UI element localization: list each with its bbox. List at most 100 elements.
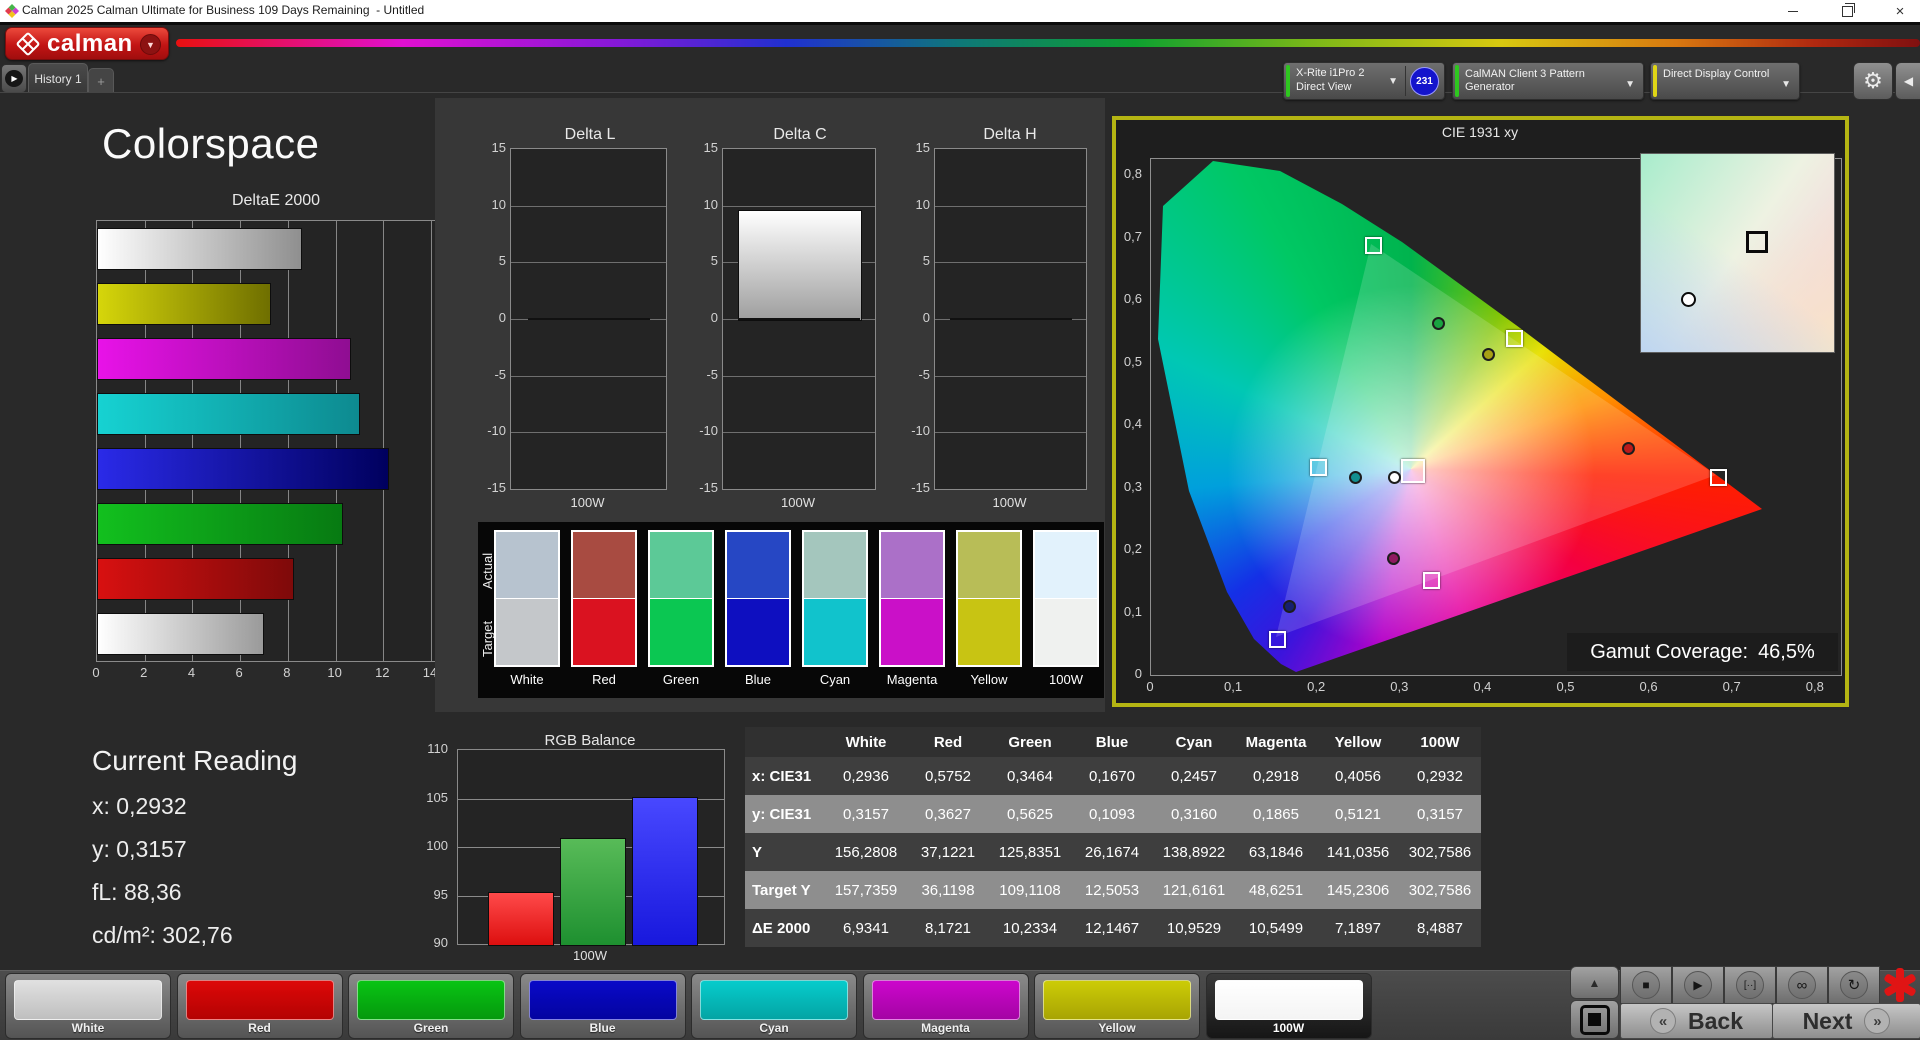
table-header-white: White (845, 733, 887, 751)
pattern-tile-100w[interactable]: 100W (1205, 973, 1372, 1039)
cie-target-yellow (1505, 329, 1523, 347)
table-row-label: x: CIE31 (752, 767, 812, 785)
layout-nav-button[interactable]: ▶ (1, 64, 27, 93)
deltae-gridline (383, 221, 385, 661)
table-row-label: ΔE 2000 (752, 919, 811, 937)
cie-y-tick: 0,5 (1123, 353, 1142, 369)
add-tab-button[interactable]: + (88, 68, 114, 93)
table-cell: 8,1721 (925, 919, 971, 937)
delta-gridline (511, 262, 666, 264)
chevron-down-icon: ▼ (1625, 79, 1635, 90)
deltae-bar-blue (97, 448, 389, 490)
swatch-column-label: Yellow (970, 672, 1008, 687)
delta-l-chart (510, 148, 667, 490)
rgb-y-axis: 110 105 100 95 90 (414, 741, 452, 950)
pattern-tile-yellow[interactable]: Yellow (1034, 973, 1200, 1039)
meter-dropdown[interactable]: X-Rite i1Pro 2 Direct View ▼ 231 (1283, 62, 1445, 100)
table-header-blue: Blue (1095, 733, 1129, 751)
display-control-dropdown[interactable]: Direct Display Control ▼ (1650, 62, 1800, 100)
deltae-tick-label: 10 (327, 665, 342, 680)
cie-x-tick: 0,4 (1473, 679, 1492, 694)
table-cell: 302,7586 (1408, 881, 1472, 899)
deltae-bar-green (97, 503, 344, 545)
deltae-x-axis: 0 2 4 6 8 10 12 14 (92, 665, 476, 683)
table-row: Y 156,2808 37,1221 125,8351 26,1674 138,8922 6… (745, 833, 1481, 871)
back-button[interactable]: « Back (1620, 1003, 1773, 1039)
cie-x-tick: 0,5 (1556, 679, 1575, 694)
cie-x-tick: 0,6 (1639, 679, 1658, 694)
pattern-tile-swatch (528, 980, 677, 1020)
pattern-tile-magenta[interactable]: Magenta (862, 973, 1029, 1039)
next-button[interactable]: Next » (1772, 1003, 1920, 1039)
pattern-tile-swatch (14, 980, 162, 1020)
table-cell: 141,0356 (1326, 843, 1390, 861)
continuous-read-button[interactable]: ∞ (1776, 966, 1828, 1004)
deltae-chart (96, 220, 457, 662)
deltae-gridline (431, 221, 433, 661)
collapse-panel-button[interactable]: ◀ (1895, 62, 1920, 100)
pattern-tile-label: Green (413, 1021, 449, 1035)
cie-y-tick: 0,8 (1123, 166, 1142, 181)
delta-tick-label: -5 (706, 366, 718, 382)
rgb-bar-blue (632, 796, 698, 946)
actual-swatch (494, 530, 560, 598)
deltae-bar-cyan (97, 393, 361, 435)
settings-button[interactable]: ⚙ (1853, 62, 1893, 100)
delta-tick-label: -15 (911, 480, 930, 495)
pattern-options-button[interactable]: [··] (1724, 966, 1776, 1004)
actual-swatch (725, 530, 791, 598)
rgb-tick-label: 100 (426, 838, 448, 853)
actual-swatch (571, 530, 637, 598)
delta-tick-label: 10 (915, 196, 930, 212)
pattern-tile-swatch (871, 980, 1020, 1020)
minimize-button[interactable] (1770, 0, 1816, 22)
delta-tick-label: 5 (922, 253, 930, 269)
meter-status-stripe (1286, 65, 1290, 97)
reading-x: x: 0,2932 (92, 793, 187, 819)
cie-y-tick: 0,4 (1123, 416, 1142, 431)
eject-button[interactable]: ▲ (1570, 966, 1619, 999)
table-cell: 12,5053 (1084, 881, 1140, 899)
pattern-tile-blue[interactable]: Blue (519, 973, 686, 1039)
table-cell: 0,2918 (1253, 767, 1299, 785)
delta-bar (738, 210, 862, 321)
table-cell: 125,8351 (998, 843, 1062, 861)
meter-count-badge[interactable]: 231 (1410, 67, 1439, 96)
chevron-down-icon: ▼ (1388, 76, 1398, 87)
refresh-button[interactable]: ↻ (1828, 966, 1880, 1004)
swatch-column-label: Green (662, 672, 700, 687)
stop-button[interactable]: ■ (1620, 966, 1672, 1004)
logo-menu-caret[interactable]: ▼ (140, 34, 161, 55)
cie-x-tick: 0,1 (1224, 679, 1243, 694)
window-fill-icon (1588, 1013, 1601, 1026)
table-cell: 0,5625 (1007, 805, 1053, 823)
rgb-balance-title: RGB Balance (544, 732, 636, 749)
table-row-label: Y (752, 843, 763, 861)
close-button[interactable]: × (1877, 0, 1920, 22)
delta-tick-label: 15 (703, 140, 718, 155)
rgb-tick-label: 95 (433, 886, 448, 902)
pattern-tile-red[interactable]: Red (176, 973, 343, 1039)
delta-tick-label: 10 (703, 196, 718, 212)
table-cell: 0,5121 (1335, 805, 1381, 823)
cie-x-axis: 0 0,1 0,2 0,3 0,4 0,5 0,6 0,7 0,8 (1146, 679, 1850, 695)
table-cell: 26,1674 (1084, 843, 1140, 861)
calman-logo-button[interactable]: calman ▼ (5, 27, 169, 60)
results-table: White Red Green Blue Cyan Magenta Yellow 100W x:… (745, 727, 1481, 947)
pattern-tile-white[interactable]: White (5, 973, 171, 1039)
restore-button[interactable] (1824, 0, 1870, 22)
pattern-tile-label: Blue (589, 1021, 616, 1035)
pattern-tile-swatch (700, 980, 848, 1020)
play-button[interactable]: ▶ (1672, 966, 1724, 1004)
cie-measured-yellow (1481, 348, 1495, 362)
tab-history-1[interactable]: History 1 (28, 63, 88, 93)
meter-divider (1405, 66, 1406, 96)
delta-gridline (723, 375, 875, 377)
chevron-left-icon: ◀ (1903, 74, 1914, 88)
pattern-window-button[interactable] (1570, 1000, 1619, 1039)
restore-icon (1841, 2, 1855, 17)
pattern-tile-green[interactable]: Green (348, 973, 514, 1039)
pattern-tile-label: Magenta (921, 1021, 970, 1035)
pattern-generator-dropdown[interactable]: CalMAN Client 3 Pattern Generator ▼ (1452, 62, 1644, 100)
pattern-tile-cyan[interactable]: Cyan (691, 973, 857, 1039)
